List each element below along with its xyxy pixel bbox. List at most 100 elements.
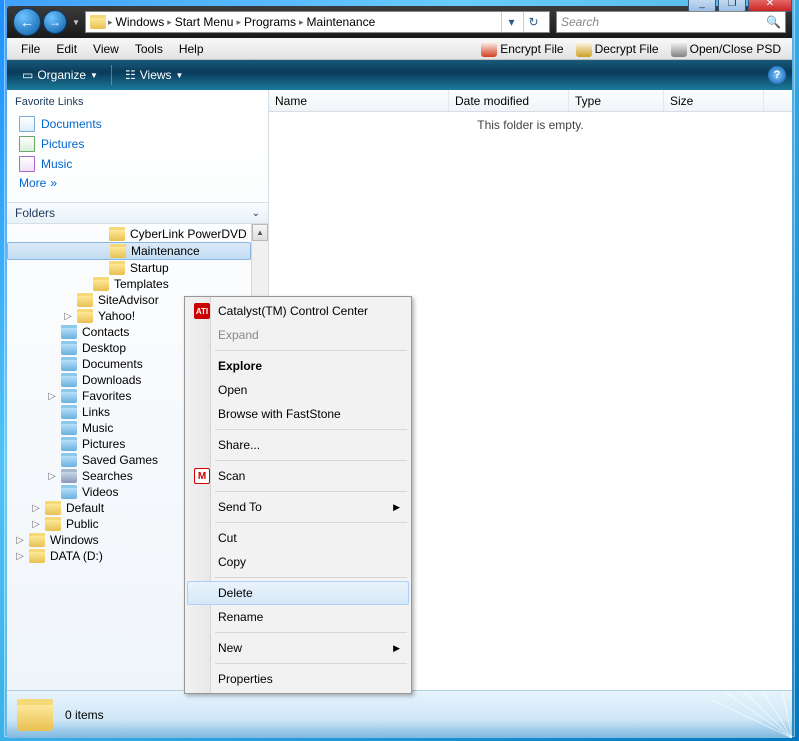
breadcrumb-windows[interactable]: Windows (113, 15, 168, 29)
folder-icon (61, 325, 77, 339)
tree-item-templates[interactable]: Templates (7, 276, 251, 292)
search-input[interactable]: Search 🔍 (556, 11, 786, 33)
button-decrypt-file[interactable]: Decrypt File (571, 39, 664, 59)
ctx-properties[interactable]: Properties (187, 667, 409, 691)
tree-item-maintenance[interactable]: Maintenance (7, 242, 251, 260)
pic-icon (19, 136, 35, 152)
back-button[interactable]: ← (13, 8, 41, 36)
scroll-up-button[interactable]: ▲ (252, 224, 268, 241)
favorite-music[interactable]: Music (15, 154, 260, 174)
separator (215, 491, 407, 492)
chevron-down-icon: ⌄ (252, 208, 260, 219)
command-bar: ▭ Organize ▼ ☷ Views ▼ ? (7, 60, 792, 90)
views-icon: ☷ (125, 68, 136, 82)
forward-button[interactable]: → (43, 10, 67, 34)
button-encrypt-file[interactable]: Encrypt File (476, 39, 568, 59)
decorative-rays (652, 690, 792, 738)
tree-item-startup[interactable]: Startup (7, 260, 251, 276)
ctx-new[interactable]: New▶ (187, 636, 409, 660)
column-name[interactable]: Name (269, 90, 449, 111)
menu-help[interactable]: Help (171, 40, 212, 58)
expander-icon[interactable]: ▷ (45, 471, 59, 482)
address-bar[interactable]: ▸Windows▸Start Menu▸Programs▸Maintenance… (85, 11, 550, 33)
ctx-explore[interactable]: Explore (187, 354, 409, 378)
ctx-copy[interactable]: Copy (187, 550, 409, 574)
folder-icon (61, 405, 77, 419)
more-link[interactable]: More » (15, 174, 260, 192)
column-size[interactable]: Size (664, 90, 764, 111)
ctx-send-to[interactable]: Send To▶ (187, 495, 409, 519)
ctx-catalyst-tm-control-center[interactable]: ATICatalyst(TM) Control Center (187, 299, 409, 323)
refresh-button[interactable]: ↻ (523, 12, 543, 32)
folder-icon (93, 277, 109, 291)
menu-bar: FileEditViewToolsHelp Encrypt FileDecryp… (7, 38, 792, 60)
address-dropdown[interactable]: ▾ (501, 12, 521, 32)
ctx-expand: Expand (187, 323, 409, 347)
ctx-delete[interactable]: Delete (187, 581, 409, 605)
separator (215, 429, 407, 430)
expander-icon[interactable]: ▷ (29, 519, 43, 530)
menu-tools[interactable]: Tools (127, 40, 171, 58)
separator (215, 460, 407, 461)
menu-file[interactable]: File (13, 40, 48, 58)
folder-icon (61, 373, 77, 387)
column-type[interactable]: Type (569, 90, 664, 111)
menu-edit[interactable]: Edit (48, 40, 85, 58)
ctx-share-[interactable]: Share... (187, 433, 409, 457)
favorite-pictures[interactable]: Pictures (15, 134, 260, 154)
folder-icon (77, 293, 93, 307)
folder-icon (90, 15, 106, 29)
separator (215, 350, 407, 351)
separator (215, 577, 407, 578)
organize-button[interactable]: ▭ Organize ▼ (13, 65, 107, 85)
expander-icon[interactable]: ▷ (29, 503, 43, 514)
column-headers: NameDate modifiedTypeSize (269, 90, 792, 112)
folder-icon (109, 261, 125, 275)
folder-icon (45, 501, 61, 515)
organize-icon: ▭ (22, 68, 33, 82)
separator (215, 663, 407, 664)
history-dropdown[interactable]: ▼ (69, 9, 83, 35)
breadcrumb-programs[interactable]: Programs (241, 15, 299, 29)
navigation-bar: ← → ▼ ▸Windows▸Start Menu▸Programs▸Maint… (7, 6, 792, 38)
search-placeholder: Search (561, 15, 599, 29)
expander-icon[interactable]: ▷ (45, 391, 59, 402)
favorite-links-header: Favorite Links (15, 96, 260, 108)
favorite-documents[interactable]: Documents (15, 114, 260, 134)
help-button[interactable]: ? (768, 66, 786, 84)
folder-icon (61, 469, 77, 483)
folder-icon (61, 357, 77, 371)
folders-pane-header[interactable]: Folders ⌄ (7, 202, 268, 224)
folder-icon (61, 453, 77, 467)
expander-icon[interactable]: ▷ (13, 535, 27, 546)
breadcrumb-start-menu[interactable]: Start Menu (172, 15, 237, 29)
ctx-scan[interactable]: MScan (187, 464, 409, 488)
folder-icon (61, 341, 77, 355)
m-icon: M (194, 468, 210, 484)
ctx-browse-with-faststone[interactable]: Browse with FastStone (187, 402, 409, 426)
views-button[interactable]: ☷ Views ▼ (116, 65, 192, 85)
context-menu: ATICatalyst(TM) Control CenterExpand Expl… (184, 296, 412, 694)
folder-icon (61, 421, 77, 435)
folder-icon (29, 533, 45, 547)
ati-icon: ATI (194, 303, 210, 319)
ctx-rename[interactable]: Rename (187, 605, 409, 629)
submenu-arrow-icon: ▶ (393, 502, 400, 513)
button-open-close-psd[interactable]: Open/Close PSD (666, 39, 786, 59)
ctx-cut[interactable]: Cut (187, 526, 409, 550)
folder-icon (109, 227, 125, 241)
breadcrumb-maintenance[interactable]: Maintenance (304, 15, 379, 29)
empty-folder-text: This folder is empty. (477, 118, 583, 132)
music-icon (19, 156, 35, 172)
column-date-modified[interactable]: Date modified (449, 90, 569, 111)
expander-icon[interactable]: ▷ (61, 311, 75, 322)
doc-icon (19, 116, 35, 132)
ctx-open[interactable]: Open (187, 378, 409, 402)
tree-item-cyberlink-powerdvd[interactable]: CyberLink PowerDVD (7, 226, 251, 242)
expander-icon[interactable]: ▷ (13, 551, 27, 562)
folder-icon (77, 309, 93, 323)
separator (215, 632, 407, 633)
menu-view[interactable]: View (85, 40, 127, 58)
folder-icon (29, 549, 45, 563)
folder-icon (61, 485, 77, 499)
